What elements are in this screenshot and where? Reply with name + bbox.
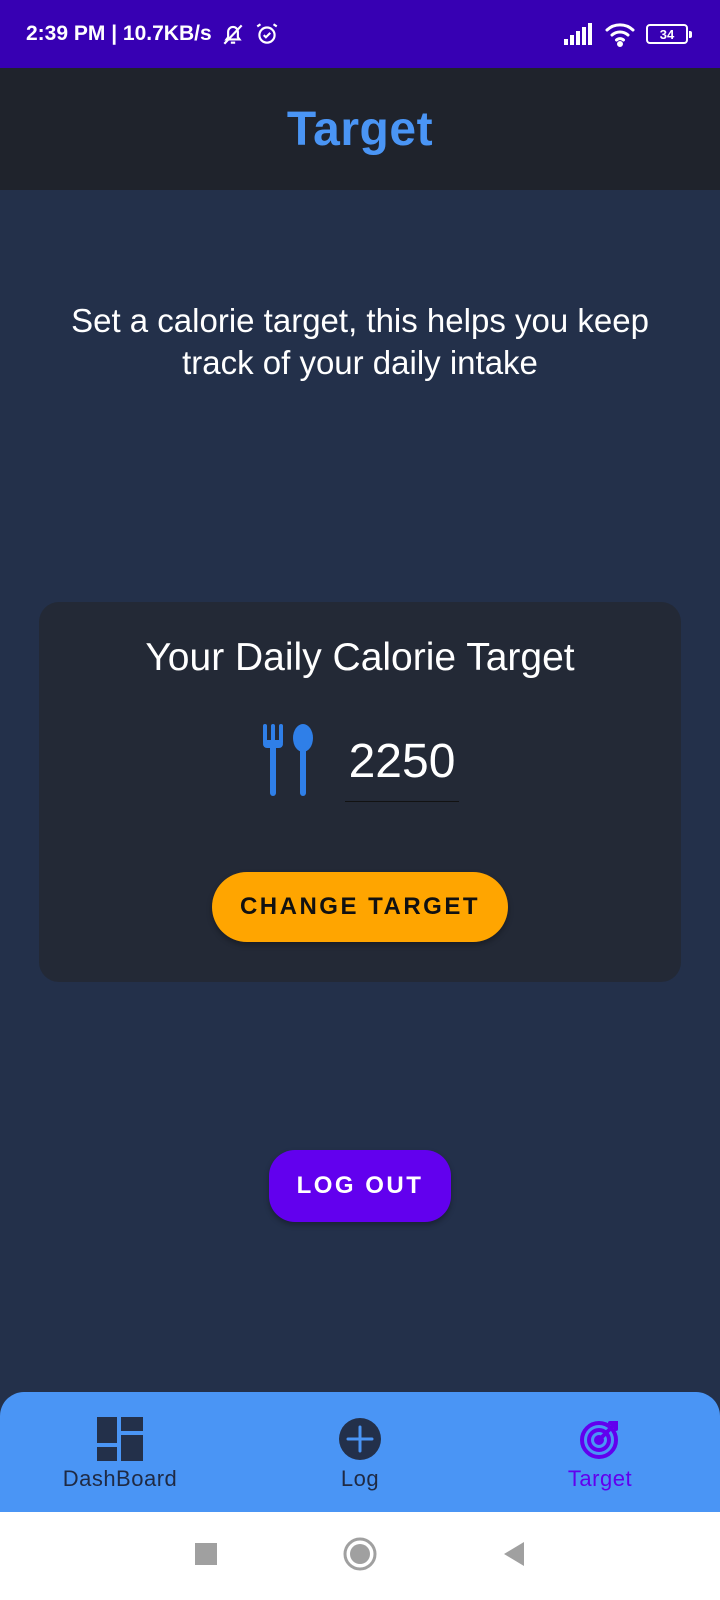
battery-icon: 34 [646, 24, 692, 44]
system-navigation-bar [0, 1512, 720, 1600]
target-icon [579, 1416, 621, 1462]
calorie-target-card: Your Daily Calorie Target 2250 CHANGE TA… [39, 602, 681, 982]
dashboard-icon [97, 1416, 143, 1462]
battery-level: 34 [659, 26, 675, 42]
status-bar: 2:39 PM | 10.7KB/s 34 [0, 0, 720, 68]
nav-label-log: Log [340, 1466, 380, 1491]
status-right: 34 [564, 21, 692, 47]
card-title: Your Daily Calorie Target [145, 636, 575, 679]
calorie-value-row: 2250 [39, 720, 681, 804]
nav-label-dashboard: DashBoard [62, 1466, 178, 1491]
intro-text: Set a calorie target, this helps you kee… [71, 302, 649, 381]
bell-off-icon [220, 21, 246, 47]
status-time-speed: 2:39 PM | 10.7KB/s [26, 22, 212, 45]
nav-label-target: Target [567, 1466, 633, 1491]
status-left: 2:39 PM | 10.7KB/s [26, 21, 280, 47]
nav-item-dashboard[interactable]: DashBoard [0, 1392, 240, 1512]
page-title: Target [286, 102, 434, 156]
app-screen: 2:39 PM | 10.7KB/s 34 Target Set a calor… [0, 0, 720, 1600]
logout-button[interactable]: LOG OUT [269, 1150, 451, 1222]
home-icon[interactable] [342, 1536, 378, 1577]
nav-item-target[interactable]: Target [480, 1392, 720, 1512]
bottom-navigation: DashBoard Log Target [0, 1392, 720, 1512]
recents-icon[interactable] [194, 1542, 218, 1571]
wifi-icon [604, 21, 636, 47]
utensils-icon [261, 723, 315, 801]
calorie-target-input[interactable]: 2250 [345, 722, 459, 802]
app-bar: Target [0, 68, 720, 190]
change-target-button[interactable]: CHANGE TARGET [212, 872, 508, 942]
back-icon[interactable] [502, 1540, 526, 1573]
nav-item-log[interactable]: Log [240, 1392, 480, 1512]
add-circle-icon [338, 1416, 382, 1462]
signal-icon [564, 23, 594, 45]
alarm-icon [254, 21, 280, 47]
